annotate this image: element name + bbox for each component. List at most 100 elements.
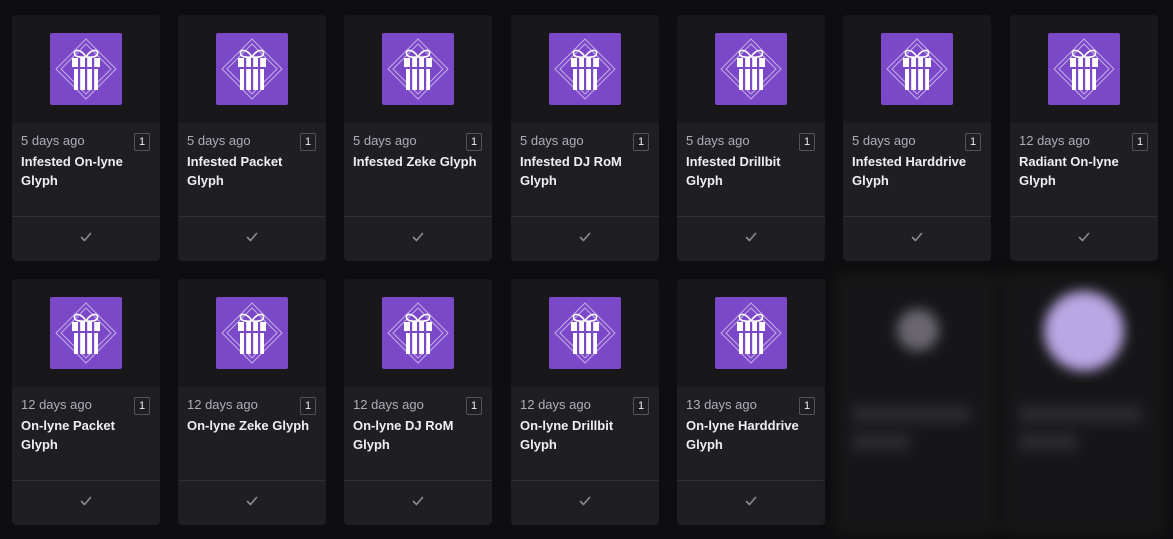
card-item-name: Infested On-lyne Glyph — [21, 154, 123, 188]
card-timestamp: 12 days ago — [353, 397, 424, 412]
inventory-card: 12 days ago 1 On-lyne Packet Glyph — [12, 279, 160, 525]
card-thumbnail — [511, 15, 659, 123]
inventory-card: 13 days ago 1 On-lyne Harddrive Glyph — [677, 279, 825, 525]
card-thumbnail — [12, 15, 160, 123]
gift-icon — [881, 33, 953, 105]
card-thumbnail — [178, 15, 326, 123]
checkmark-icon — [245, 494, 259, 513]
claimed-button[interactable] — [178, 216, 326, 261]
card-item-name: On-lyne Zeke Glyph — [187, 418, 310, 433]
claimed-button[interactable] — [1010, 216, 1158, 261]
claimed-button[interactable] — [511, 216, 659, 261]
card-item-name: On-lyne DJ RoM Glyph — [353, 418, 454, 452]
claimed-button[interactable] — [677, 216, 825, 261]
checkmark-icon — [578, 494, 592, 513]
claimed-button[interactable] — [843, 216, 991, 261]
card-timestamp: 12 days ago — [21, 397, 92, 412]
card-timestamp: 12 days ago — [187, 397, 258, 412]
claimed-button[interactable] — [178, 480, 326, 525]
quantity-badge: 1 — [1132, 133, 1148, 151]
quantity-badge: 1 — [965, 133, 981, 151]
card-timestamp: 5 days ago — [520, 133, 584, 148]
quantity-badge: 1 — [799, 397, 815, 415]
checkmark-icon — [411, 230, 425, 249]
card-thumbnail — [344, 279, 492, 387]
placeholder-text-line — [1018, 405, 1143, 423]
claimed-button[interactable] — [12, 216, 160, 261]
placeholder-thumbnail — [897, 309, 939, 351]
claimed-button[interactable] — [677, 480, 825, 525]
card-thumbnail — [178, 279, 326, 387]
card-item-name: Radiant On-lyne Glyph — [1019, 154, 1119, 188]
inventory-card: 5 days ago 1 Infested Harddrive Glyph — [843, 15, 991, 261]
checkmark-icon — [79, 494, 93, 513]
quantity-badge: 1 — [134, 133, 150, 151]
card-timestamp: 5 days ago — [852, 133, 916, 148]
checkmark-icon — [578, 230, 592, 249]
loading-placeholder-card — [835, 273, 999, 535]
quantity-badge: 1 — [466, 397, 482, 415]
card-item-name: On-lyne Packet Glyph — [21, 418, 115, 452]
checkmark-icon — [1077, 230, 1091, 249]
gift-icon — [216, 297, 288, 369]
card-timestamp: 5 days ago — [21, 133, 85, 148]
card-thumbnail — [677, 279, 825, 387]
inventory-card: 5 days ago 1 Infested On-lyne Glyph — [12, 15, 160, 261]
checkmark-icon — [79, 230, 93, 249]
claimed-button[interactable] — [344, 216, 492, 261]
quantity-badge: 1 — [134, 397, 150, 415]
drops-inventory-grid: 5 days ago 1 Infested On-lyne Glyph 5 da… — [0, 0, 1173, 539]
placeholder-text-line — [851, 433, 911, 451]
checkmark-icon — [245, 230, 259, 249]
gift-icon — [549, 297, 621, 369]
card-timestamp: 5 days ago — [686, 133, 750, 148]
placeholder-text-line — [851, 405, 971, 423]
checkmark-icon — [744, 494, 758, 513]
claimed-button[interactable] — [344, 480, 492, 525]
quantity-badge: 1 — [799, 133, 815, 151]
card-thumbnail — [843, 15, 991, 123]
quantity-badge: 1 — [300, 133, 316, 151]
gift-icon — [382, 33, 454, 105]
card-thumbnail — [677, 15, 825, 123]
card-item-name: On-lyne Drillbit Glyph — [520, 418, 614, 452]
card-item-name: On-lyne Harddrive Glyph — [686, 418, 799, 452]
claimed-button[interactable] — [12, 480, 160, 525]
gift-icon — [1048, 33, 1120, 105]
card-item-name: Infested Zeke Glyph — [353, 154, 477, 169]
checkmark-icon — [910, 230, 924, 249]
inventory-card: 5 days ago 1 Infested Packet Glyph — [178, 15, 326, 261]
inventory-card: 5 days ago 1 Infested Drillbit Glyph — [677, 15, 825, 261]
inventory-card: 12 days ago 1 Radiant On-lyne Glyph — [1010, 15, 1158, 261]
checkmark-icon — [744, 230, 758, 249]
gift-icon — [50, 297, 122, 369]
placeholder-text-line — [1018, 433, 1078, 451]
inventory-card: 5 days ago 1 Infested DJ RoM Glyph — [511, 15, 659, 261]
loading-placeholder-card — [1002, 273, 1166, 535]
gift-icon — [382, 297, 454, 369]
card-timestamp: 5 days ago — [353, 133, 417, 148]
card-item-name: Infested Harddrive Glyph — [852, 154, 967, 188]
quantity-badge: 1 — [300, 397, 316, 415]
inventory-card: 12 days ago 1 On-lyne Zeke Glyph — [178, 279, 326, 525]
quantity-badge: 1 — [466, 133, 482, 151]
checkmark-icon — [411, 494, 425, 513]
card-timestamp: 12 days ago — [520, 397, 591, 412]
quantity-badge: 1 — [633, 397, 649, 415]
card-item-name: Infested Packet Glyph — [187, 154, 283, 188]
card-timestamp: 5 days ago — [187, 133, 251, 148]
card-thumbnail — [1010, 15, 1158, 123]
inventory-card: 5 days ago 1 Infested Zeke Glyph — [344, 15, 492, 261]
card-item-name: Infested Drillbit Glyph — [686, 154, 781, 188]
gift-icon — [50, 33, 122, 105]
claimed-button[interactable] — [511, 480, 659, 525]
gift-icon — [715, 33, 787, 105]
card-timestamp: 13 days ago — [686, 397, 757, 412]
card-thumbnail — [12, 279, 160, 387]
card-thumbnail — [511, 279, 659, 387]
card-timestamp: 12 days ago — [1019, 133, 1090, 148]
placeholder-thumbnail — [1044, 291, 1124, 371]
gift-icon — [216, 33, 288, 105]
gift-icon — [549, 33, 621, 105]
card-thumbnail — [344, 15, 492, 123]
